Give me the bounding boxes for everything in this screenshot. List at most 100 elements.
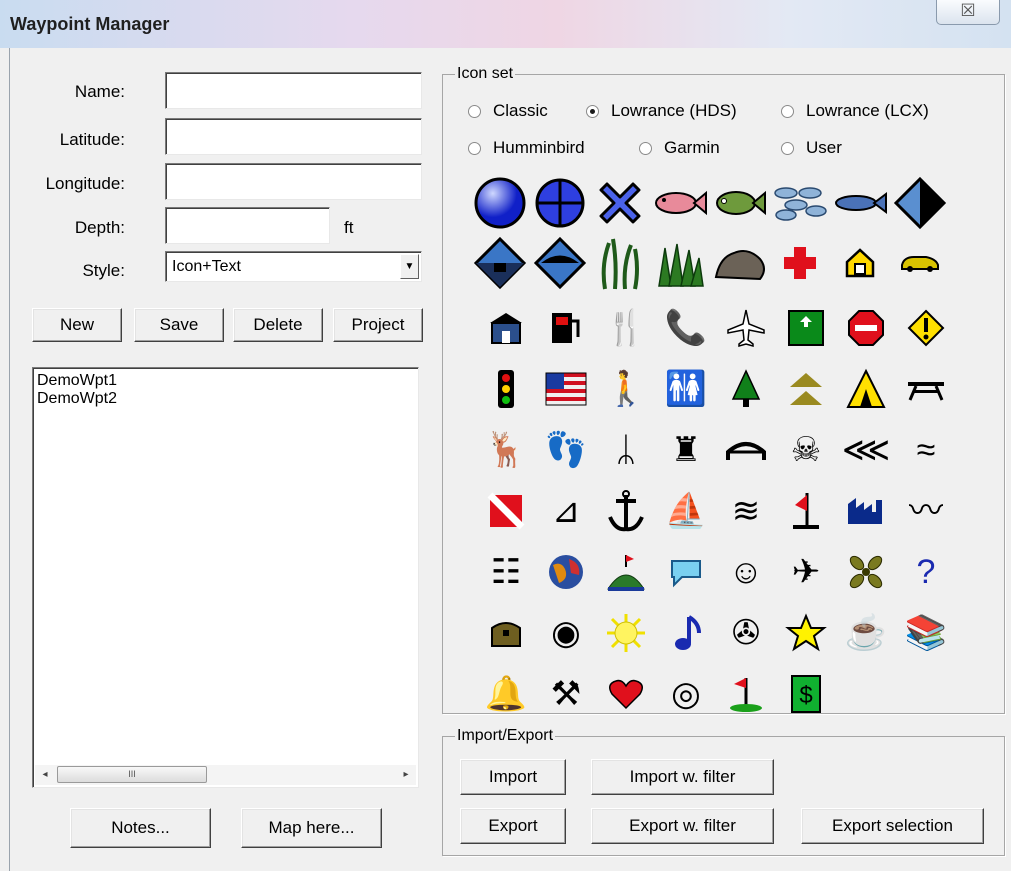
dock-icon[interactable]: ☷ [478, 544, 534, 600]
plane-wreck-icon[interactable]: ✈ [778, 544, 834, 600]
radio-humminbird[interactable]: Humminbird [468, 138, 585, 158]
tree-icon[interactable] [718, 361, 774, 417]
tent-ridge-icon[interactable] [778, 361, 834, 417]
question-icon[interactable]: ? [898, 544, 954, 600]
person-icon[interactable]: 🚶 [598, 361, 654, 417]
red-cross-icon[interactable] [772, 235, 828, 291]
style-select[interactable]: Icon+Text ▼ [165, 251, 422, 282]
latitude-field[interactable] [165, 118, 422, 155]
name-field[interactable] [165, 72, 422, 109]
globe-icon[interactable] [538, 544, 594, 600]
horizontal-scrollbar[interactable]: ◂ III ▸ [35, 765, 416, 785]
chevron-down-icon[interactable]: ▼ [400, 254, 419, 279]
star-icon[interactable] [778, 605, 834, 661]
boat-icon[interactable]: ⛵ [658, 483, 714, 539]
depth-field[interactable] [165, 207, 330, 244]
black-diamond-icon[interactable] [892, 175, 948, 231]
crosshair-diamond-icon[interactable] [532, 175, 588, 231]
blue-fish-icon[interactable] [832, 175, 888, 231]
tools-icon[interactable]: ⚒ [538, 666, 594, 722]
warning-icon[interactable] [898, 300, 954, 356]
longitude-field[interactable] [165, 163, 422, 200]
skull-icon[interactable]: ☠ [778, 422, 834, 478]
x-mark-icon[interactable] [592, 175, 648, 231]
webcam-icon[interactable]: ◉ [538, 605, 594, 661]
traffic-light-icon[interactable] [478, 361, 534, 417]
anchor-icon[interactable] [598, 483, 654, 539]
fish-outline-icon[interactable]: ⋘ [838, 422, 894, 478]
movie-camera-icon[interactable]: ✇ [718, 605, 774, 661]
close-button[interactable]: ☒ [936, 0, 1000, 25]
car-icon[interactable] [892, 235, 948, 291]
us-flag-icon[interactable] [538, 361, 594, 417]
import-filter-button[interactable]: Import w. filter [591, 759, 774, 795]
sphere-icon[interactable] [472, 175, 528, 231]
house-icon[interactable] [832, 235, 888, 291]
radio-user[interactable]: User [781, 138, 842, 158]
map-here-button[interactable]: Map here... [241, 808, 382, 848]
sun-icon[interactable] [598, 605, 654, 661]
dollar-icon[interactable]: $ [778, 666, 834, 722]
save-button[interactable]: Save [134, 308, 224, 342]
scroll-right-icon[interactable]: ▸ [396, 765, 416, 785]
list-item[interactable]: DemoWpt1 [37, 372, 117, 390]
fish-school-icon[interactable] [772, 175, 828, 231]
two-fish-icon[interactable]: ≈ [898, 422, 954, 478]
music-note-icon[interactable] [658, 605, 714, 661]
red-fish-icon[interactable] [652, 175, 708, 231]
island-icon[interactable] [598, 544, 654, 600]
radio-lowrance-hds[interactable]: Lowrance (HDS) [586, 101, 737, 121]
building-icon[interactable] [478, 300, 534, 356]
export-filter-button[interactable]: Export w. filter [591, 808, 774, 844]
heart-icon[interactable] [598, 666, 654, 722]
ghost-icon[interactable]: ☺ [718, 544, 774, 600]
list-item[interactable]: DemoWpt2 [37, 390, 117, 408]
bell-icon[interactable]: 🔔 [478, 666, 534, 722]
gas-pump-icon[interactable] [538, 300, 594, 356]
exit-sign-icon[interactable] [778, 300, 834, 356]
rock-icon[interactable] [712, 235, 768, 291]
bird-tracks-icon[interactable]: ᛦ [598, 422, 654, 478]
grass-icon[interactable] [652, 235, 708, 291]
tent-icon[interactable] [838, 361, 894, 417]
diamond-up-icon[interactable] [532, 235, 588, 291]
bridge-icon[interactable] [718, 422, 774, 478]
radio-classic[interactable]: Classic [468, 101, 548, 121]
export-button[interactable]: Export [460, 808, 566, 844]
launch-icon[interactable]: ≋ [718, 483, 774, 539]
restroom-icon[interactable]: 🚻 [658, 361, 714, 417]
stop-sign-icon[interactable] [838, 300, 894, 356]
drum-icon[interactable]: ◎ [658, 666, 714, 722]
waypoint-list[interactable]: DemoWpt1 DemoWpt2 ◂ III ▸ [32, 367, 419, 788]
notes-button[interactable]: Notes... [70, 808, 211, 848]
tower-icon[interactable]: ♜ [658, 422, 714, 478]
delete-button[interactable]: Delete [233, 308, 323, 342]
books-icon[interactable]: 📚 [898, 605, 954, 661]
speech-bubble-icon[interactable] [658, 544, 714, 600]
import-button[interactable]: Import [460, 759, 566, 795]
export-selection-button[interactable]: Export selection [801, 808, 984, 844]
treasure-chest-icon[interactable] [478, 605, 534, 661]
factory-icon[interactable] [838, 483, 894, 539]
radio-lowrance-lcx[interactable]: Lowrance (LCX) [781, 101, 929, 121]
new-button[interactable]: New [32, 308, 122, 342]
golf-flag-icon[interactable] [718, 666, 774, 722]
scroll-left-icon[interactable]: ◂ [35, 765, 55, 785]
scroll-thumb[interactable]: III [57, 766, 207, 783]
project-button[interactable]: Project [333, 308, 423, 342]
deer-icon[interactable]: 🦌 [478, 422, 534, 478]
restaurant-icon[interactable]: 🍴 [598, 300, 654, 356]
picnic-table-icon[interactable] [898, 361, 954, 417]
airplane-icon[interactable] [718, 300, 774, 356]
waves-icon[interactable]: 〰 [898, 483, 954, 539]
diamond-down-icon[interactable] [472, 235, 528, 291]
green-fish-icon[interactable] [712, 175, 768, 231]
phone-icon[interactable]: 📞 [658, 300, 714, 356]
boat-ramp-icon[interactable]: ⊿ [538, 483, 594, 539]
marker-flag-icon[interactable] [778, 483, 834, 539]
tracks-icon[interactable]: 👣 [538, 422, 594, 478]
propeller-icon[interactable] [838, 544, 894, 600]
coffee-mug-icon[interactable]: ☕ [838, 605, 894, 661]
dive-flag-icon[interactable] [478, 483, 534, 539]
radio-garmin[interactable]: Garmin [639, 138, 720, 158]
